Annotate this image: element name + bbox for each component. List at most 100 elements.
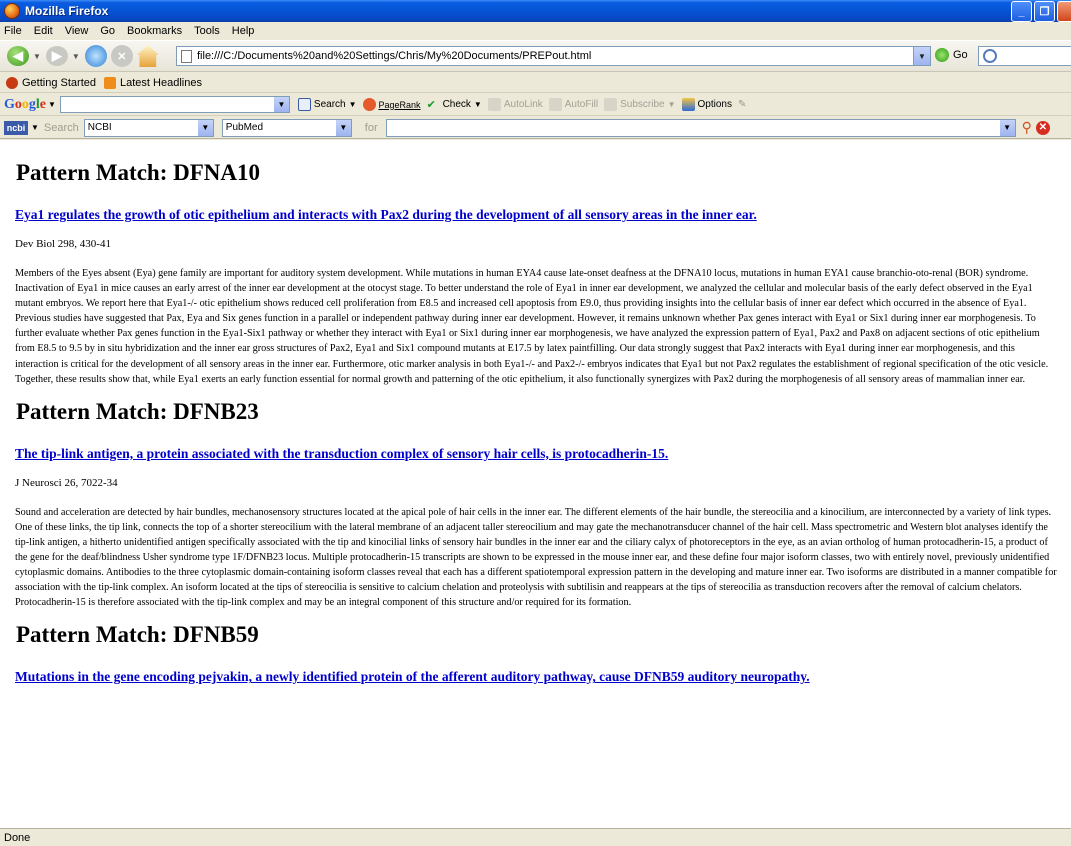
forward-history-dropdown[interactable]: ▼ — [72, 52, 80, 61]
url-text: file:///C:/Documents%20and%20Settings/Ch… — [197, 50, 592, 62]
firefox-bookmark-icon — [6, 76, 18, 89]
subscribe-label: Subscribe — [620, 99, 665, 110]
pattern-match-entry: Pattern Match: DFNA10 Eya1 regulates the… — [13, 160, 1058, 387]
menu-edit[interactable]: Edit — [34, 25, 53, 37]
forward-arrow-icon: ▶ — [45, 46, 68, 66]
spellcheck-button[interactable]: ✔ Check ▼ — [427, 98, 482, 111]
ncbi-clear-icon[interactable]: ✕ — [1035, 120, 1050, 135]
status-text: Done — [4, 831, 31, 844]
ncbi-query-input[interactable]: ▼ — [385, 118, 1016, 137]
menu-bookmarks[interactable]: Bookmarks — [127, 25, 182, 37]
ncbi-toolbar: ncbi ▼ Search NCBI ▼ PubMed ▼ for ▼ ⚲ ✕ — [0, 117, 1071, 139]
pattern-match-entry: Pattern Match: DFNB23 The tip-link antig… — [13, 399, 1058, 611]
article-citation: J Neurosci 26, 7022-34 — [15, 476, 118, 489]
google-search-input[interactable]: ▼ — [59, 96, 290, 113]
back-history-dropdown[interactable]: ▼ — [33, 52, 41, 61]
article-abstract: Sound and acceleration are detected by h… — [15, 506, 1057, 609]
article-citation: Dev Biol 298, 430-41 — [15, 238, 111, 250]
window-title: Mozilla Firefox — [25, 4, 109, 18]
pagerank-label: PageRank — [378, 99, 421, 110]
article-title-link[interactable]: Eya1 regulates the growth of otic epithe… — [15, 207, 1058, 223]
article-title-link[interactable]: Mutations in the gene encoding pejvakin,… — [15, 669, 1058, 685]
reload-icon — [84, 45, 107, 67]
pagerank-indicator[interactable]: PageRank — [362, 98, 421, 111]
google-logo[interactable]: Google — [4, 97, 46, 113]
bookmark-getting-started[interactable]: Getting Started — [6, 76, 96, 89]
title-bar: Mozilla Firefox _ ❐ — [0, 0, 1071, 22]
chevron-down-icon[interactable]: ▼ — [31, 123, 39, 132]
url-bar[interactable]: file:///C:/Documents%20and%20Settings/Ch… — [176, 46, 931, 66]
page-content: Pattern Match: DFNA10 Eya1 regulates the… — [0, 140, 1071, 828]
close-button[interactable] — [1057, 1, 1071, 22]
google-toolbar: Google ▼ ▼ Search ▼ PageRank ✔ Check ▼ A… — [0, 94, 1071, 116]
ncbi-search-icon[interactable]: ⚲ — [1022, 119, 1032, 136]
pagerank-icon — [362, 98, 376, 111]
bookmarks-toolbar: Getting Started Latest Headlines — [0, 73, 1071, 93]
forward-button[interactable]: ▶ — [45, 44, 69, 68]
menu-view[interactable]: View — [65, 25, 89, 37]
logo-letter: o — [14, 96, 22, 112]
menu-bar: File Edit View Go Bookmarks Tools Help — [0, 22, 1071, 40]
chevron-down-icon: ▼ — [473, 100, 482, 109]
autofill-icon — [548, 98, 562, 111]
ncbi-for-label: for — [364, 121, 378, 134]
web-search-input[interactable] — [978, 46, 1071, 66]
home-button[interactable] — [136, 44, 160, 68]
bookmark-label: Getting Started — [22, 76, 96, 89]
chevron-down-icon: ▼ — [348, 100, 357, 109]
google-search-button[interactable]: Search ▼ — [297, 98, 357, 111]
maximize-button[interactable]: ❐ — [1034, 1, 1055, 22]
autolink-button[interactable]: AutoLink — [487, 98, 543, 111]
logo-letter: G — [4, 96, 15, 112]
autofill-label: AutoFill — [564, 99, 599, 110]
ncbi-search-label: Search — [43, 121, 79, 134]
pencil-icon[interactable]: ✎ — [738, 99, 746, 110]
logo-letter: g — [28, 96, 36, 112]
google-search-label: Search — [313, 99, 346, 110]
autofill-button[interactable]: AutoFill — [548, 98, 599, 111]
check-label: Check — [442, 99, 471, 110]
menu-file[interactable]: File — [4, 25, 22, 37]
home-icon — [136, 45, 159, 67]
pattern-match-heading: Pattern Match: DFNB59 — [16, 622, 259, 648]
search-engine-icon — [983, 49, 997, 63]
ncbi-database-select[interactable]: NCBI ▼ — [83, 118, 214, 137]
autolink-icon — [487, 98, 501, 111]
back-arrow-icon: ◀ — [7, 46, 29, 66]
go-label: Go — [953, 49, 968, 61]
ncbi-subdatabase-value: PubMed — [225, 121, 264, 133]
subscribe-button[interactable]: Subscribe ▼ — [604, 98, 676, 111]
browser-window: Mozilla Firefox _ ❐ File Edit View Go Bo… — [0, 0, 1071, 846]
rss-feed-icon — [104, 76, 116, 89]
page-icon — [181, 50, 192, 63]
chevron-down-icon: ▼ — [197, 119, 213, 136]
menu-help[interactable]: Help — [232, 25, 255, 37]
url-history-dropdown[interactable]: ▼ — [913, 47, 930, 65]
google-menu-dropdown[interactable]: ▼ — [48, 100, 56, 109]
options-button[interactable]: Options ✎ — [681, 98, 746, 111]
navigation-toolbar: ◀ ▼ ▶ ▼ ✕ file:///C:/Documents%20and%20S… — [0, 40, 1071, 72]
menu-go[interactable]: Go — [100, 25, 115, 37]
chevron-down-icon: ▼ — [999, 119, 1015, 136]
ncbi-database-value: NCBI — [87, 121, 112, 133]
google-g-icon — [297, 98, 311, 111]
back-button[interactable]: ◀ — [6, 44, 30, 68]
ncbi-subdatabase-select[interactable]: PubMed ▼ — [221, 118, 352, 137]
ncbi-logo-icon[interactable]: ncbi — [4, 120, 28, 135]
pattern-match-entry: Pattern Match: DFNB59 Mutations in the g… — [13, 622, 1058, 685]
bookmark-latest-headlines[interactable]: Latest Headlines — [104, 76, 202, 89]
menu-tools[interactable]: Tools — [194, 25, 220, 37]
stop-icon: ✕ — [110, 45, 133, 67]
firefox-icon — [4, 3, 20, 19]
stop-button[interactable]: ✕ — [110, 44, 134, 68]
subscribe-icon — [604, 98, 618, 111]
logo-letter: o — [21, 96, 29, 112]
reload-button[interactable] — [84, 44, 108, 68]
article-title-link[interactable]: The tip-link antigen, a protein associat… — [15, 446, 1058, 462]
minimize-button[interactable]: _ — [1011, 1, 1032, 22]
pattern-match-heading: Pattern Match: DFNB23 — [16, 398, 259, 424]
go-button[interactable]: Go — [935, 48, 968, 62]
options-label: Options — [697, 99, 732, 110]
google-history-dropdown[interactable]: ▼ — [273, 97, 289, 112]
chevron-down-icon: ▼ — [667, 100, 676, 109]
